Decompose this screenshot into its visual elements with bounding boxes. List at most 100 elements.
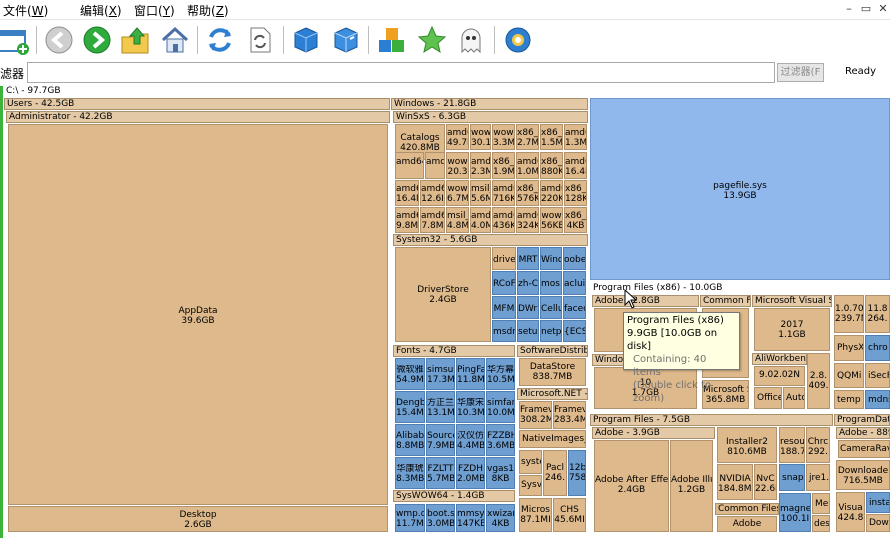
- filter-input[interactable]: [27, 62, 775, 83]
- node-winsxs-item[interactable]: amd64.0M: [470, 207, 491, 233]
- node-winsxs-item[interactable]: amd62.3M: [470, 152, 491, 179]
- node-syswow64[interactable]: SysWOW64 - 1.4GB: [393, 490, 515, 502]
- node-system32-item[interactable]: driver: [492, 247, 516, 270]
- node-font-file[interactable]: FZDH 2.0MB: [456, 457, 485, 489]
- node-system32-item[interactable]: setup: [517, 320, 539, 342]
- up-folder-icon[interactable]: [120, 24, 152, 56]
- node-winsxs-item[interactable]: amd67.8M: [420, 207, 445, 233]
- node-winsxs-item[interactable]: x86_ 2.7M: [516, 124, 539, 150]
- node-winsxs-item[interactable]: amd6324K: [516, 207, 539, 233]
- back-icon[interactable]: [43, 24, 75, 56]
- node-fonts[interactable]: Fonts - 4.7GB: [393, 345, 515, 357]
- node-winsxs-item[interactable]: amd64: [395, 152, 424, 179]
- node-nvidia[interactable]: NVIDIA 184.8MI: [717, 464, 753, 500]
- star-icon[interactable]: [416, 24, 448, 56]
- node-illustrator[interactable]: Adobe Illu 1.2GB: [670, 440, 713, 532]
- cubes-icon[interactable]: [376, 24, 408, 56]
- node-font-file[interactable]: 华康琥 8.3MB: [395, 457, 425, 489]
- node-pagefile[interactable]: pagefile.sys 13.9GB: [590, 98, 890, 280]
- node-common-files[interactable]: Common Files: [715, 503, 779, 515]
- node-winsxs-item[interactable]: wow 20.3: [446, 152, 469, 179]
- node-appdata[interactable]: AppData 39.6GB: [8, 124, 388, 505]
- node-system32[interactable]: System32 - 5.6GB: [393, 234, 588, 246]
- node-system32-item[interactable]: aclui: [563, 271, 586, 295]
- node-winsxs-item[interactable]: x86_ 4KB: [564, 207, 587, 233]
- node-system32-item[interactable]: msdn: [492, 320, 516, 342]
- node-pack[interactable]: Pacl 246.: [543, 450, 567, 496]
- node-datastore[interactable]: DataStore 838.7MB: [519, 358, 586, 386]
- blue-package-icon[interactable]: [330, 24, 362, 56]
- node-users[interactable]: Users - 42.5GB: [4, 98, 390, 110]
- node-driverstore[interactable]: DriverStore 2.4GB: [395, 247, 491, 342]
- node-font-file[interactable]: 汉仪仿 4.4MB: [456, 424, 485, 456]
- node-system32-item[interactable]: facec: [563, 296, 586, 319]
- node-qqm[interactable]: QQMi: [834, 363, 864, 388]
- node-chrome[interactable]: chro: [865, 335, 890, 361]
- node-cameraraw[interactable]: CameraRav: [838, 440, 890, 458]
- node-physx[interactable]: PhysX: [834, 335, 864, 361]
- node-adobe[interactable]: Adobe - 3.9GB: [592, 427, 715, 439]
- node-system32-item[interactable]: MFM: [492, 296, 516, 319]
- node-1-0-70[interactable]: 1.0.70 239.7M: [834, 295, 864, 333]
- node-system32-item[interactable]: DWri: [517, 296, 539, 319]
- node-winsxs-item[interactable]: wow 6.7M: [446, 180, 469, 206]
- node-adobe-programdata[interactable]: Adobe - 889: [836, 427, 890, 439]
- node-windows[interactable]: Windows - 21.8GB: [391, 98, 588, 110]
- node-system32-item[interactable]: mos.: [540, 271, 562, 295]
- node-syswow64-item[interactable]: boot.s 3.0MB: [426, 504, 455, 532]
- node-chs[interactable]: CHS 45.6MI: [553, 498, 586, 532]
- node-vs-2017[interactable]: 2017 1.1GB: [754, 308, 830, 351]
- node-font-file[interactable]: 微软雅 54.9MI: [395, 358, 425, 390]
- menu-edit[interactable]: 编辑(X): [80, 2, 122, 19]
- node-font-file[interactable]: Alibab 8.8MB: [395, 424, 425, 456]
- node-system32-item[interactable]: Wind: [540, 247, 562, 270]
- node-me[interactable]: Me: [812, 493, 830, 514]
- node-temp[interactable]: temp: [834, 390, 864, 409]
- node-winsxs-item[interactable]: amd61.3M: [564, 124, 587, 150]
- node-nativeimages[interactable]: NativeImages_: [519, 430, 586, 448]
- refresh-icon[interactable]: [204, 24, 236, 56]
- node-ali-version[interactable]: 9.02.02N: [754, 366, 805, 386]
- node-softwaredistribution[interactable]: SoftwareDistribu: [517, 345, 588, 357]
- node-winsxs-item[interactable]: x86_ 576K: [516, 180, 539, 206]
- node-winsxs-item[interactable]: x86_ 1.9M: [492, 152, 515, 179]
- node-syswow64-item[interactable]: xwizan4KB: [486, 504, 515, 532]
- node-font-file[interactable]: FZLTT 5.7MB: [426, 457, 455, 489]
- node-winsxs-item[interactable]: amd6220K: [540, 180, 563, 206]
- node-nvc[interactable]: NvC 22.6I: [754, 464, 777, 500]
- forward-icon[interactable]: [81, 24, 113, 56]
- node-font-file[interactable]: PingFa11.8MI: [456, 358, 485, 390]
- node-system32-item[interactable]: {ECS: [563, 320, 586, 342]
- node-downloads-pd[interactable]: Dow: [866, 514, 890, 532]
- node-winsxs-item[interactable]: wow 56KE: [540, 207, 563, 233]
- blue-cube-icon[interactable]: [290, 24, 322, 56]
- node-mdns[interactable]: mdns: [865, 390, 890, 409]
- node-winsxs-item[interactable]: msil_5.6M: [470, 180, 491, 206]
- node-winsxs-item[interactable]: x86_ 1.5M: [540, 124, 563, 150]
- node-winsxs-item[interactable]: x86_ 880K: [540, 152, 563, 179]
- node-system32-item[interactable]: RCoF: [492, 271, 516, 295]
- node-system32-item[interactable]: Cellu: [540, 296, 562, 319]
- node-syswow64-item[interactable]: wmp.d 11.7MI: [395, 504, 425, 532]
- node-11-8[interactable]: 11.8 264.: [865, 295, 890, 333]
- close-button[interactable]: ✕: [876, 2, 890, 16]
- node-font-file[interactable]: Source7.9MB: [426, 424, 455, 456]
- node-jre[interactable]: jre1.: [806, 464, 830, 491]
- node-system32-item[interactable]: netp: [540, 320, 562, 342]
- refresh-page-icon[interactable]: [244, 24, 276, 56]
- node-framework[interactable]: Framev 308.2M: [519, 401, 552, 429]
- node-aliworkbench[interactable]: AliWorkbenc: [752, 353, 807, 365]
- node-chrome-pf[interactable]: Chrc 292.: [806, 427, 830, 463]
- ghost-icon[interactable]: [455, 24, 487, 56]
- node-winsxs-item[interactable]: wow 30.1: [470, 124, 491, 150]
- node-winsxs-item[interactable]: amd: [425, 152, 445, 179]
- node-adobe-x86[interactable]: Adobe - 2.8GB: [592, 295, 699, 307]
- node-installer-pd[interactable]: insta: [866, 492, 890, 513]
- new-window-icon[interactable]: [0, 24, 30, 56]
- node-winsxs-item[interactable]: amd616.4M: [564, 152, 587, 179]
- node-desktop[interactable]: Desktop 2.6GB: [8, 506, 388, 532]
- node-winsxs-item[interactable]: amd6436K: [492, 207, 515, 233]
- node-ms-visual-studio[interactable]: Microsoft Visual St: [752, 295, 832, 307]
- node-after-effects[interactable]: Adobe After Effec 2.4GB: [594, 440, 669, 532]
- node-micros[interactable]: Micros 87.1MI: [519, 498, 552, 532]
